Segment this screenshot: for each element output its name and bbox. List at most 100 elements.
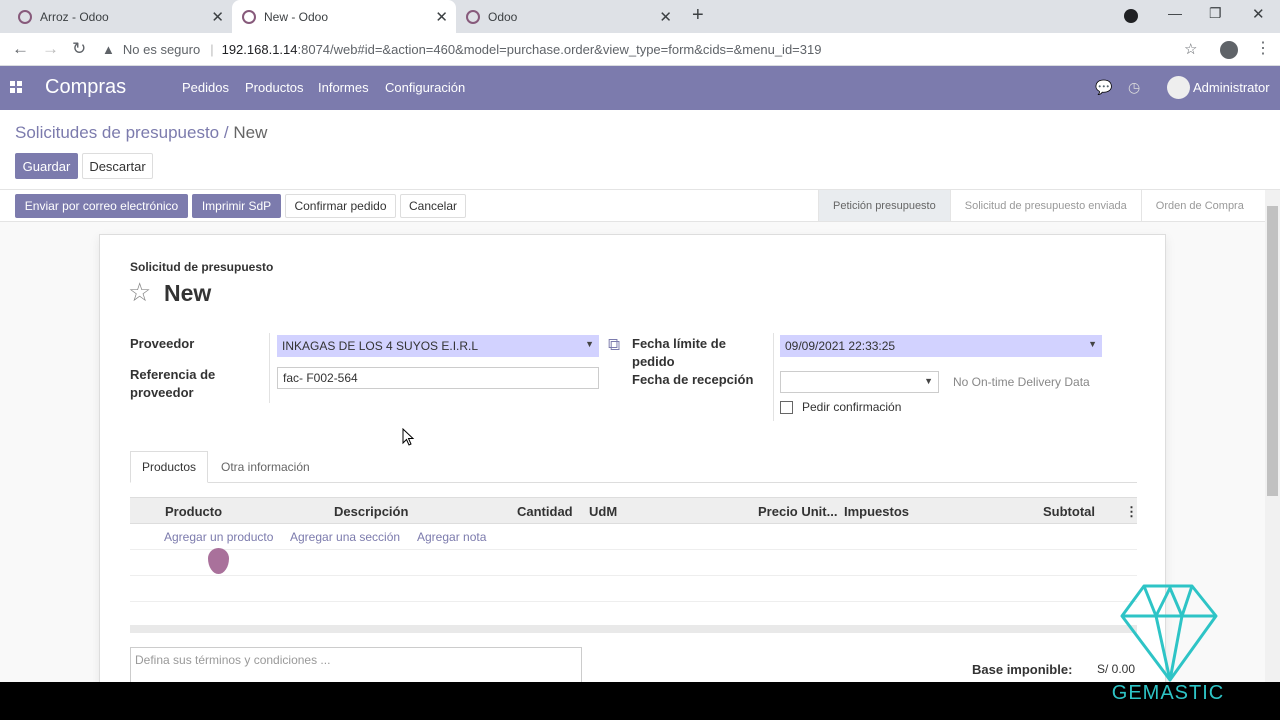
- send-email-button[interactable]: Enviar por correo electrónico: [15, 194, 188, 218]
- menu-productos[interactable]: Productos: [245, 80, 304, 95]
- table-footer: [130, 625, 1137, 633]
- star-icon[interactable]: ☆: [128, 277, 151, 308]
- menu-informes[interactable]: Informes: [318, 80, 369, 95]
- base-amount-label: Base imponible:: [972, 662, 1073, 677]
- col-description[interactable]: Descripción: [334, 504, 408, 519]
- vendor-ref-input[interactable]: fac- F002-564: [277, 367, 599, 389]
- close-tab-icon[interactable]: ✕: [659, 8, 672, 26]
- deadline-label-line1: Fecha límite de: [632, 336, 726, 351]
- vendor-ref-label-line1: Referencia de: [130, 367, 216, 382]
- chevron-down-icon[interactable]: ▼: [585, 339, 594, 349]
- odoo-top-nav: Compras Pedidos Productos Informes Confi…: [0, 66, 1280, 110]
- column-options-icon[interactable]: ⋮: [1125, 504, 1138, 520]
- cancel-button[interactable]: Cancelar: [400, 194, 466, 218]
- gemastic-watermark: GEMASTIC: [1092, 580, 1244, 710]
- avatar[interactable]: [1167, 76, 1190, 99]
- diamond-logo-icon: [1120, 584, 1218, 682]
- browser-tab-active[interactable]: New - Odoo ✕: [232, 0, 456, 33]
- url-host: 192.168.1.14: [221, 42, 298, 57]
- breadcrumb-current: New: [233, 123, 268, 142]
- reload-icon[interactable]: ↻: [72, 39, 86, 59]
- print-rfq-button[interactable]: Imprimir SdP: [192, 194, 281, 218]
- scrollbar-thumb[interactable]: [1267, 206, 1278, 496]
- receipt-label: Fecha de recepción: [632, 372, 754, 387]
- chevron-down-icon[interactable]: ▼: [924, 376, 933, 386]
- browser-tab[interactable]: Odoo ✕: [456, 0, 680, 33]
- forward-icon[interactable]: →: [42, 39, 59, 59]
- browser-menu-icon[interactable]: ⋮: [1255, 38, 1271, 58]
- record-name: New: [164, 280, 212, 306]
- minimize-icon[interactable]: —: [1168, 5, 1182, 21]
- table-row: [130, 576, 1137, 602]
- warning-icon: ▲: [102, 42, 115, 57]
- deadline-label-line2: pedido: [632, 354, 675, 369]
- url-separator: |: [210, 42, 214, 57]
- external-link-icon[interactable]: ⧉: [608, 335, 620, 355]
- video-bottom-bar: [0, 682, 1280, 720]
- profile-icon[interactable]: [1220, 41, 1238, 59]
- form-sheet: Solicitud de presupuesto ☆ New Proveedor…: [99, 234, 1166, 694]
- user-name[interactable]: Administrator: [1193, 80, 1270, 95]
- save-button[interactable]: Guardar: [15, 153, 78, 179]
- mouse-cursor-icon: [402, 428, 415, 446]
- col-unit-price[interactable]: Precio Unit...: [758, 504, 837, 519]
- menu-configuracion[interactable]: Configuración: [385, 80, 465, 95]
- delivery-note: No On-time Delivery Data: [953, 375, 1090, 389]
- address-bar: ← → ↻ ▲ No es seguro | 192.168.1.14 :807…: [0, 33, 1280, 66]
- col-subtotal[interactable]: Subtotal: [1043, 504, 1095, 519]
- tab-title: Arroz - Odoo: [40, 9, 109, 24]
- tab-other-info[interactable]: Otra información: [210, 451, 321, 483]
- add-note-link[interactable]: Agregar nota: [417, 530, 486, 544]
- add-line-row: Agregar un producto Agregar una sección …: [130, 524, 1137, 550]
- form-subtitle: Solicitud de presupuesto: [130, 260, 274, 274]
- odoo-favicon-icon: [242, 9, 256, 24]
- stage-rfq[interactable]: Petición presupuesto: [818, 190, 950, 221]
- tab-title: New - Odoo: [264, 9, 329, 24]
- chevron-down-icon[interactable]: ▼: [1088, 339, 1097, 349]
- col-quantity[interactable]: Cantidad: [517, 504, 573, 519]
- col-taxes[interactable]: Impuestos: [844, 504, 909, 519]
- col-uom[interactable]: UdM: [589, 504, 617, 519]
- media-icon[interactable]: [1124, 9, 1138, 23]
- vendor-value: INKAGAS DE LOS 4 SUYOS E.I.R.L: [282, 339, 479, 353]
- chat-icon[interactable]: 💬: [1095, 79, 1112, 96]
- label-divider: [773, 333, 774, 421]
- terms-textarea[interactable]: Defina sus términos y condiciones ...: [130, 647, 582, 683]
- back-icon[interactable]: ←: [12, 39, 29, 59]
- close-tab-icon[interactable]: ✕: [211, 8, 224, 26]
- receipt-date-field[interactable]: ▼: [780, 371, 939, 393]
- tab-products[interactable]: Productos: [130, 451, 209, 483]
- stage-purchase-order[interactable]: Orden de Compra: [1140, 190, 1258, 221]
- col-product[interactable]: Producto: [165, 504, 222, 519]
- close-window-icon[interactable]: ✕: [1252, 5, 1265, 23]
- menu-pedidos[interactable]: Pedidos: [182, 80, 229, 95]
- add-product-link[interactable]: Agregar un producto: [164, 530, 273, 544]
- apps-grid-icon[interactable]: [10, 81, 22, 93]
- browser-tab[interactable]: Arroz - Odoo ✕: [8, 0, 232, 33]
- app-brand[interactable]: Compras: [45, 76, 126, 99]
- confirm-order-button[interactable]: Confirmar pedido: [285, 194, 396, 218]
- stage-rfq-sent[interactable]: Solicitud de presupuesto enviada: [949, 190, 1141, 221]
- watermark-text: GEMASTIC: [1111, 682, 1225, 704]
- url-path: :8074/web#id=&action=460&model=purchase.…: [297, 42, 822, 57]
- add-section-link[interactable]: Agregar una sección: [290, 530, 400, 544]
- tab-title: Odoo: [488, 9, 518, 24]
- stage-pipeline: Petición presupuesto Solicitud de presup…: [818, 190, 1258, 221]
- close-tab-icon[interactable]: ✕: [435, 8, 448, 26]
- url-field[interactable]: ▲ No es seguro | 192.168.1.14 :8074/web#…: [102, 36, 1212, 63]
- activity-clock-icon[interactable]: ◷: [1128, 79, 1140, 96]
- new-tab-icon[interactable]: +: [692, 4, 704, 27]
- bookmark-star-icon[interactable]: ☆: [1184, 40, 1197, 58]
- ask-confirmation-checkbox[interactable]: [780, 401, 793, 414]
- restore-icon[interactable]: ❐: [1209, 5, 1222, 22]
- breadcrumb-separator: /: [223, 123, 229, 142]
- browser-tab-strip: Arroz - Odoo ✕ New - Odoo ✕ Odoo ✕ + — ❐…: [0, 0, 1280, 33]
- label-divider: [269, 333, 270, 403]
- vendor-select[interactable]: INKAGAS DE LOS 4 SUYOS E.I.R.L ▼: [277, 335, 599, 357]
- status-bar: Enviar por correo electrónico Imprimir S…: [0, 189, 1280, 222]
- breadcrumb: Solicitudes de presupuesto / New: [15, 123, 267, 143]
- discard-button[interactable]: Descartar: [82, 153, 153, 179]
- deadline-datetime-field[interactable]: 09/09/2021 22:33:25 ▼: [780, 335, 1102, 357]
- order-lines-header: Producto Descripción Cantidad UdM Precio…: [130, 497, 1138, 524]
- breadcrumb-parent[interactable]: Solicitudes de presupuesto: [15, 123, 219, 142]
